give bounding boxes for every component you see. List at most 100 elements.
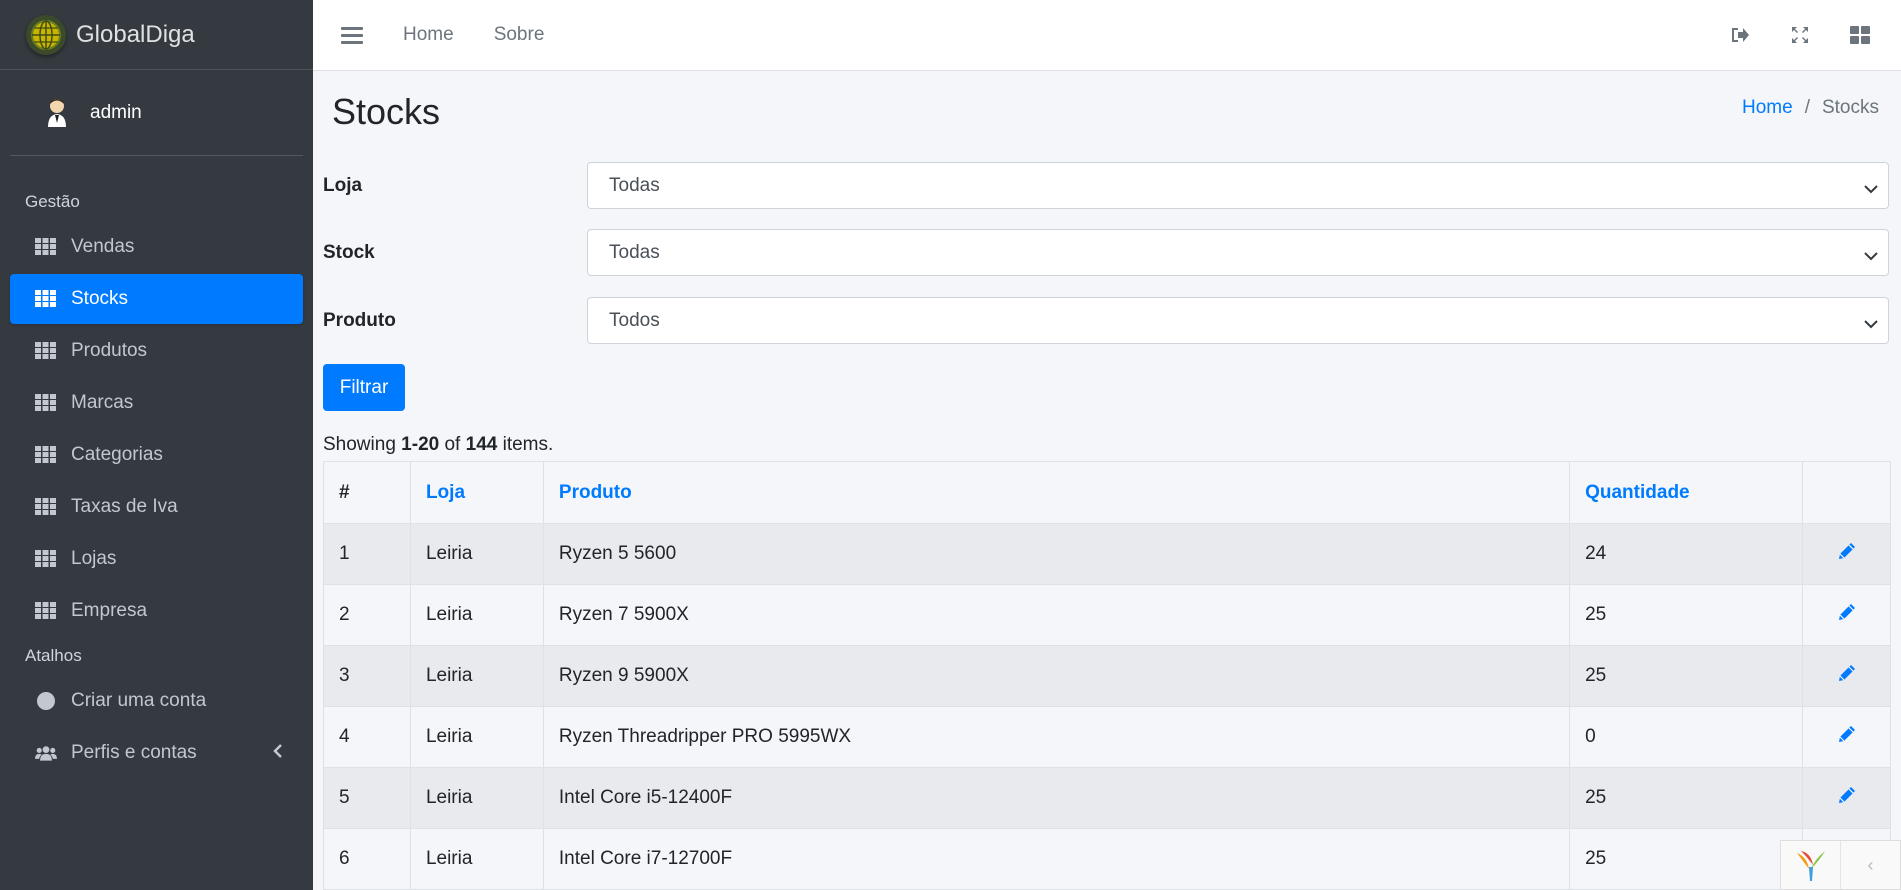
filter-loja: Loja Todas — [323, 162, 1889, 209]
brand-link[interactable]: GlobalDiga — [0, 0, 313, 70]
logout-icon[interactable] — [1729, 24, 1751, 46]
grid-layout-icon[interactable] — [1849, 24, 1871, 46]
menu-toggle-icon[interactable] — [341, 26, 363, 44]
sidebar-item-label: Lojas — [71, 548, 117, 569]
filter-stock: Stock Todas — [323, 229, 1889, 276]
column-header-loja[interactable]: Loja — [409, 461, 544, 524]
sidebar-item-vendas[interactable]: Vendas — [10, 222, 303, 272]
cell-index: 2 — [323, 584, 411, 646]
breadcrumb-current: Stocks — [1821, 97, 1879, 118]
nav-header-gestao: Gestão — [25, 192, 80, 211]
cell-produto: Ryzen 9 5900X — [542, 645, 1571, 707]
sidebar-item-label: Empresa — [71, 600, 148, 621]
nav-link-home[interactable]: Home — [403, 24, 454, 46]
sidebar-item-criar-conta[interactable]: Criar uma conta — [10, 676, 303, 726]
cell-index: 1 — [323, 523, 411, 585]
stock-select[interactable]: Todas — [587, 229, 1889, 276]
sidebar-item-lojas[interactable]: Lojas — [10, 534, 303, 584]
debug-toolbar[interactable]: ‹ — [1780, 840, 1901, 890]
table-row: 4 Leiria Ryzen Threadripper PRO 5995WX 0 — [323, 706, 1891, 768]
sidebar-item-produtos[interactable]: Produtos — [10, 326, 303, 376]
column-header-actions — [1802, 461, 1891, 524]
cell-loja: Leiria — [409, 584, 544, 646]
table-row: 6 Leiria Intel Core i7-12700F 25 — [323, 828, 1891, 890]
table-row: 5 Leiria Intel Core i5-12400F 25 — [323, 767, 1891, 829]
sidebar-item-categorias[interactable]: Categorias — [10, 430, 303, 480]
user-panel[interactable]: admin — [10, 70, 303, 156]
pencil-icon[interactable] — [1837, 785, 1857, 805]
column-header-quantidade[interactable]: Quantidade — [1569, 461, 1804, 524]
sidebar-item-marcas[interactable]: Marcas — [10, 378, 303, 428]
cell-actions — [1802, 767, 1891, 829]
nav-link-sobre[interactable]: Sobre — [494, 24, 545, 46]
table-row: 3 Leiria Ryzen 9 5900X 25 — [323, 645, 1891, 707]
cell-loja: Leiria — [409, 645, 544, 707]
chevron-down-icon — [1864, 245, 1878, 267]
cell-quantidade: 25 — [1569, 645, 1804, 707]
fullscreen-icon[interactable] — [1789, 24, 1811, 46]
cell-loja: Leiria — [409, 523, 544, 585]
cell-produto: Ryzen 7 5900X — [542, 584, 1571, 646]
sidebar-item-empresa[interactable]: Empresa — [10, 586, 303, 636]
summary-suffix: items. — [502, 434, 554, 455]
cell-actions — [1802, 645, 1891, 707]
table-row: 2 Leiria Ryzen 7 5900X 25 — [323, 584, 1891, 646]
grid-icon — [35, 445, 57, 465]
brand-name: GlobalDiga — [76, 20, 195, 48]
cell-quantidade: 24 — [1569, 523, 1804, 585]
sidebar-item-stocks[interactable]: Stocks — [10, 274, 303, 324]
grid-icon — [35, 289, 57, 309]
loja-select-value: Todas — [609, 174, 660, 196]
summary-prefix: Showing — [323, 434, 396, 455]
table-row: 1 Leiria Ryzen 5 5600 24 — [323, 523, 1891, 585]
sidebar-item-taxas-de-iva[interactable]: Taxas de Iva — [10, 482, 303, 532]
cell-actions — [1802, 706, 1891, 768]
cell-quantidade: 25 — [1569, 767, 1804, 829]
pencil-icon[interactable] — [1837, 541, 1857, 561]
pencil-icon[interactable] — [1837, 602, 1857, 622]
loja-select[interactable]: Todas — [587, 162, 1889, 209]
results-summary: Showing 1-20 of 144 items. — [323, 434, 553, 456]
cell-loja: Leiria — [409, 706, 544, 768]
pencil-icon[interactable] — [1837, 724, 1857, 744]
produto-select-value: Todos — [609, 309, 660, 331]
pencil-icon[interactable] — [1837, 663, 1857, 683]
chevron-left-icon[interactable]: ‹ — [1841, 855, 1900, 876]
cell-quantidade: 25 — [1569, 828, 1804, 890]
grid-icon — [35, 549, 57, 569]
grid-icon — [35, 237, 57, 257]
cell-produto: Ryzen Threadripper PRO 5995WX — [542, 706, 1571, 768]
nav-header-atalhos: Atalhos — [25, 646, 82, 665]
produto-select[interactable]: Todos — [587, 297, 1889, 344]
breadcrumb-separator: / — [1804, 97, 1810, 118]
cell-actions — [1802, 523, 1891, 585]
column-header-produto[interactable]: Produto — [542, 461, 1571, 524]
sidebar-item-label: Perfis e contas — [71, 742, 197, 763]
globe-logo-icon — [26, 14, 66, 55]
top-navbar: Home Sobre — [313, 0, 1901, 71]
cell-produto: Ryzen 5 5600 — [542, 523, 1571, 585]
cell-quantidade: 0 — [1569, 706, 1804, 768]
filter-button[interactable]: Filtrar — [323, 364, 405, 411]
sidebar-item-perfis-contas[interactable]: Perfis e contas — [10, 728, 303, 778]
avatar — [42, 95, 72, 131]
page-title: Stocks — [332, 91, 441, 132]
sidebar-item-label: Stocks — [71, 288, 129, 309]
circle-icon — [35, 691, 57, 711]
grid-icon — [35, 393, 57, 413]
users-icon — [35, 743, 57, 763]
breadcrumb-home[interactable]: Home — [1742, 97, 1793, 119]
filter-label-loja: Loja — [323, 174, 363, 196]
sidebar-item-label: Categorias — [71, 444, 163, 465]
summary-total: 144 — [465, 434, 498, 455]
filter-produto: Produto Todos — [323, 297, 1889, 344]
grid-icon — [35, 341, 57, 361]
yii-logo-icon[interactable] — [1781, 841, 1841, 889]
summary-range: 1-20 — [401, 434, 440, 455]
sidebar: GlobalDiga admin Gestão Vendas Stocks Prod… — [0, 0, 313, 890]
sidebar-item-label: Produtos — [71, 340, 148, 361]
sidebar-item-label: Vendas — [71, 236, 135, 257]
cell-index: 3 — [323, 645, 411, 707]
chevron-left-icon — [273, 743, 283, 763]
chevron-down-icon — [1864, 313, 1878, 335]
